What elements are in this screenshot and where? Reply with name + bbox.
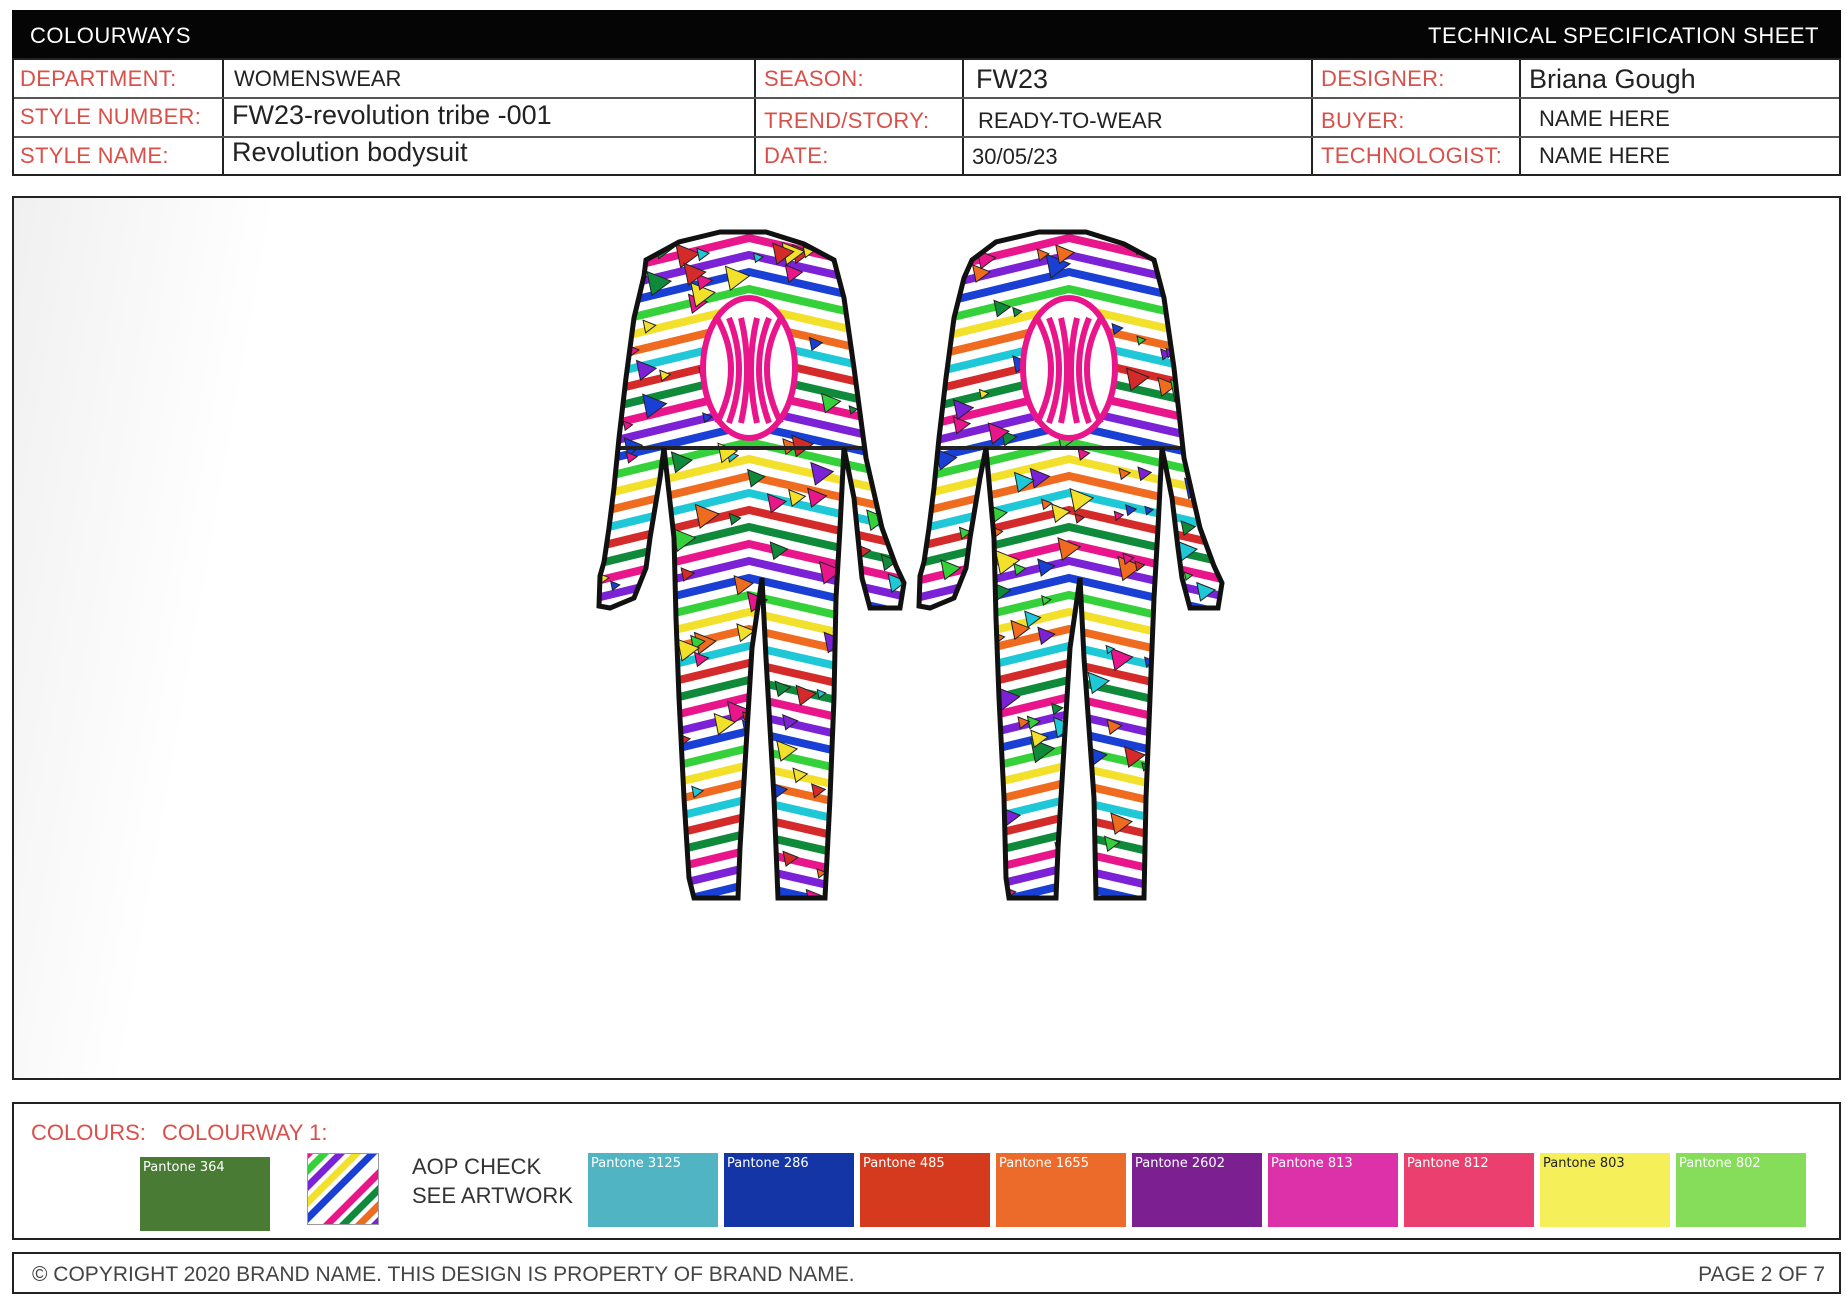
swatch-label: Pantone 2602 [1135,1156,1225,1171]
technologist-label: TECHNOLOGIST: [1321,143,1503,168]
swatch-label: Pantone 485 [863,1156,945,1171]
header-bar: COLOURWAYS TECHNICAL SPECIFICATION SHEET [12,10,1841,58]
date-value: 30/05/23 [972,144,1058,169]
swatch-pantone-1655: Pantone 1655 [996,1153,1126,1227]
swatch-pantone-803: Pantone 803 [1540,1153,1670,1227]
swatch-pantone-364: Pantone 364 [140,1157,270,1231]
trend-label: TREND/STORY: [764,108,930,133]
swatch-pantone-813: Pantone 813 [1268,1153,1398,1227]
swatch-label: Pantone 802 [1679,1156,1761,1171]
season-value: FW23 [976,63,1049,94]
date-label: DATE: [764,143,829,168]
department-value: WOMENSWEAR [234,66,402,91]
garment-artwork-panel [12,196,1841,1080]
style-name-label: STYLE NAME: [20,143,169,168]
swatch-label: Pantone 3125 [591,1156,681,1171]
style-name-value: Revolution bodysuit [232,136,468,167]
technologist-value: NAME HERE [1539,143,1670,168]
swatch-pantone-485: Pantone 485 [860,1153,990,1227]
swatch-label: Pantone 812 [1407,1156,1489,1171]
designer-value: Briana Gough [1529,63,1696,94]
swatch-label: Pantone 803 [1543,1156,1625,1171]
aop-check-text: AOP CHECK [412,1154,542,1179]
swatch-pantone-2602: Pantone 2602 [1132,1153,1262,1227]
style-number-label: STYLE NUMBER: [20,104,202,129]
swatch-pantone-286: Pantone 286 [724,1153,854,1227]
section-title: COLOURWAYS [30,23,192,48]
trend-value: READY-TO-WEAR [978,108,1163,133]
swatch-label: Pantone 813 [1271,1156,1353,1171]
designer-label: DESIGNER: [1321,66,1445,91]
sheet-title: TECHNICAL SPECIFICATION SHEET [1428,23,1819,48]
buyer-value: NAME HERE [1539,106,1670,131]
colours-label: COLOURS: [31,1120,146,1145]
colourway-label: COLOURWAY 1: [162,1120,328,1145]
swatch-label: Pantone 1655 [999,1156,1089,1171]
swatch-label: Pantone 364 [143,1160,225,1175]
swatch-pantone-3125: Pantone 3125 [588,1153,718,1227]
copyright-text: © COPYRIGHT 2020 BRAND NAME. THIS DESIGN… [32,1263,855,1286]
swatch-pantone-802: Pantone 802 [1676,1153,1806,1227]
spec-info-grid: DEPARTMENT: WOMENSWEAR SEASON: FW23 DESI… [12,58,1841,176]
buyer-label: BUYER: [1321,108,1405,133]
style-number-value: FW23-revolution tribe -001 [232,99,552,130]
season-label: SEASON: [764,66,864,91]
department-label: DEPARTMENT: [20,66,177,91]
page-indicator: PAGE 2 OF 7 [1698,1263,1825,1286]
swatch-label: Pantone 286 [727,1156,809,1171]
see-artwork-text: SEE ARTWORK [412,1183,573,1208]
bodysuit-flats [14,198,1839,1078]
footer: © COPYRIGHT 2020 BRAND NAME. THIS DESIGN… [12,1252,1841,1294]
aop-print-thumbnail [307,1153,379,1225]
swatch-pantone-812: Pantone 812 [1404,1153,1534,1227]
